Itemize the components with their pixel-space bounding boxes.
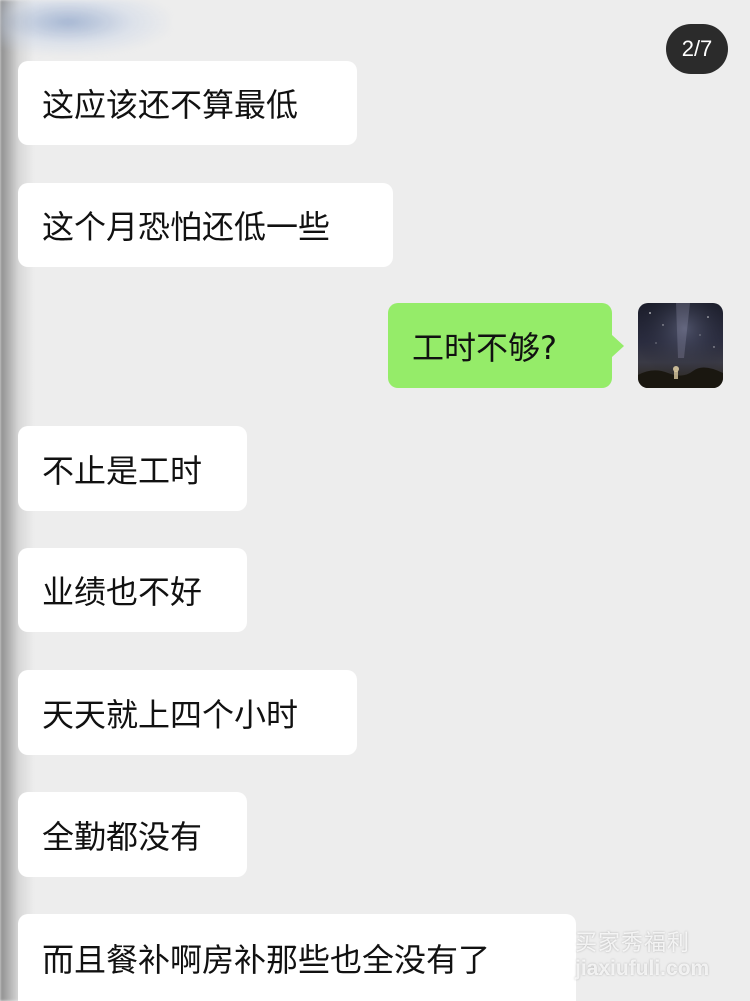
message-bubble: 这个月恐怕还低一些 bbox=[18, 183, 393, 267]
chat-screenshot: 2/7 这应该还不算最低 这个月恐怕还低一些 工时不够? 不止是工时 业绩也不好… bbox=[0, 0, 750, 1001]
cropped-top-edge bbox=[0, 0, 170, 55]
message-bubble: 而且餐补啊房补那些也全没有了 bbox=[18, 914, 576, 1001]
message-bubble: 天天就上四个小时 bbox=[18, 670, 357, 755]
watermark-text: 买家秀福利 bbox=[575, 931, 691, 956]
avatar-icon[interactable] bbox=[638, 303, 723, 388]
message-bubble: 业绩也不好 bbox=[18, 548, 247, 632]
message-bubble: 全勤都没有 bbox=[18, 792, 247, 877]
message-bubble: 这应该还不算最低 bbox=[18, 61, 357, 145]
watermark: 买家秀福利 jiaxiufuli.com bbox=[575, 925, 750, 987]
outgoing-message-bubble: 工时不够? bbox=[388, 303, 624, 388]
watermark-url: jiaxiufuli.com bbox=[575, 957, 710, 980]
message-bubble: 不止是工时 bbox=[18, 426, 247, 511]
image-counter-badge: 2/7 bbox=[666, 24, 728, 74]
